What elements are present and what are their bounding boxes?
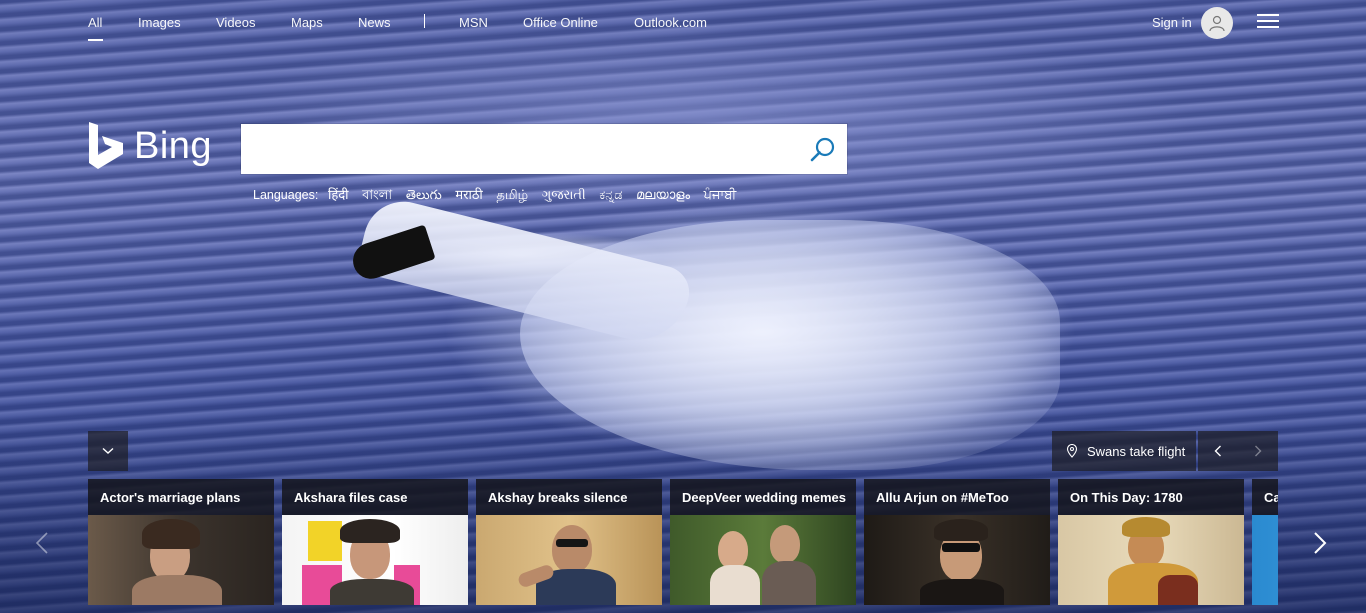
language-malayalam[interactable]: മലയാളം [636,188,690,203]
news-card[interactable]: Akshara files case [282,479,468,613]
news-card-image [282,515,468,605]
chevron-left-icon [1214,445,1221,457]
nav-item-office-online[interactable]: Office Online [523,15,598,30]
news-card-image [864,515,1050,605]
language-punjabi[interactable]: ਪੰਜਾਬੀ [704,188,737,203]
sign-in-link[interactable]: Sign in [1152,15,1192,30]
top-nav: All Images Videos Maps News MSN Office O… [0,0,1366,48]
news-card-title: Actor's marriage plans [88,479,274,515]
chevron-right-icon [1255,445,1262,457]
collapse-news-button[interactable] [88,431,128,471]
news-card-title: DeepVeer wedding memes [670,479,856,515]
carousel-previous-button[interactable] [30,527,54,559]
news-card[interactable]: DeepVeer wedding memes [670,479,856,613]
bing-logo[interactable]: Bing [88,120,212,172]
news-card-image [476,515,662,605]
news-card[interactable]: Allu Arjun on #MeToo [864,479,1050,613]
news-card[interactable]: Actor's marriage plans [88,479,274,613]
nav-item-outlook[interactable]: Outlook.com [634,15,707,30]
news-card[interactable]: Ca [1252,479,1278,613]
news-card-image [670,515,856,605]
chevron-down-icon [102,447,114,454]
previous-image-button[interactable] [1198,431,1238,471]
nav-item-msn[interactable]: MSN [459,15,488,30]
search-input[interactable] [241,124,791,174]
avatar[interactable] [1201,7,1233,39]
news-card-title: Akshara files case [282,479,468,515]
image-info-button[interactable]: Swans take flight [1052,431,1196,471]
nav-active-indicator [88,39,103,41]
nav-item-maps[interactable]: Maps [291,15,323,30]
carousel-next-button[interactable] [1308,527,1332,559]
nav-item-news[interactable]: News [358,15,391,30]
news-card-title: Akshay breaks silence [476,479,662,515]
language-kannada[interactable]: ಕನ್ನಡ [599,188,622,203]
news-carousel: Actor's marriage plans Akshara files cas… [88,479,1278,613]
user-icon [1209,15,1225,32]
hamburger-menu-icon[interactable] [1257,14,1279,30]
languages-label: Languages: [253,188,319,202]
news-card-image [1058,515,1244,605]
language-telugu[interactable]: తెలుగు [406,188,442,203]
language-bangla[interactable]: বাংলা [362,188,392,203]
language-gujarati[interactable]: ગુજરાતી [542,188,586,203]
news-card-title: Ca [1252,479,1278,515]
image-info-title: Swans take flight [1087,443,1186,459]
language-marathi[interactable]: मराठी [455,188,482,203]
news-card[interactable]: Akshay breaks silence [476,479,662,613]
languages-bar: Languages: हिंदी বাংলা తెలుగు मराठी தமிழ… [253,185,746,207]
news-card-image [88,515,274,605]
news-card-title: Allu Arjun on #MeToo [864,479,1050,515]
logo-text: Bing [134,124,213,167]
nav-separator [424,14,425,28]
bing-b-icon [89,122,123,169]
nav-item-videos[interactable]: Videos [216,15,256,30]
news-card-title: On This Day: 1780 [1058,479,1244,515]
search-button[interactable] [809,136,837,164]
news-card-image [1252,515,1278,605]
nav-item-all[interactable]: All [88,15,102,30]
language-hindi[interactable]: हिंदी [328,188,349,203]
search-box [241,124,847,174]
news-card[interactable]: On This Day: 1780 [1058,479,1244,613]
carousel-chevron-right-icon [1314,532,1327,554]
carousel-chevron-left-icon [35,532,48,554]
nav-item-images[interactable]: Images [138,15,181,30]
search-icon [810,137,835,162]
next-image-button[interactable] [1238,431,1278,471]
language-tamil[interactable]: தமிழ் [496,188,528,203]
location-pin-icon [1066,444,1078,458]
